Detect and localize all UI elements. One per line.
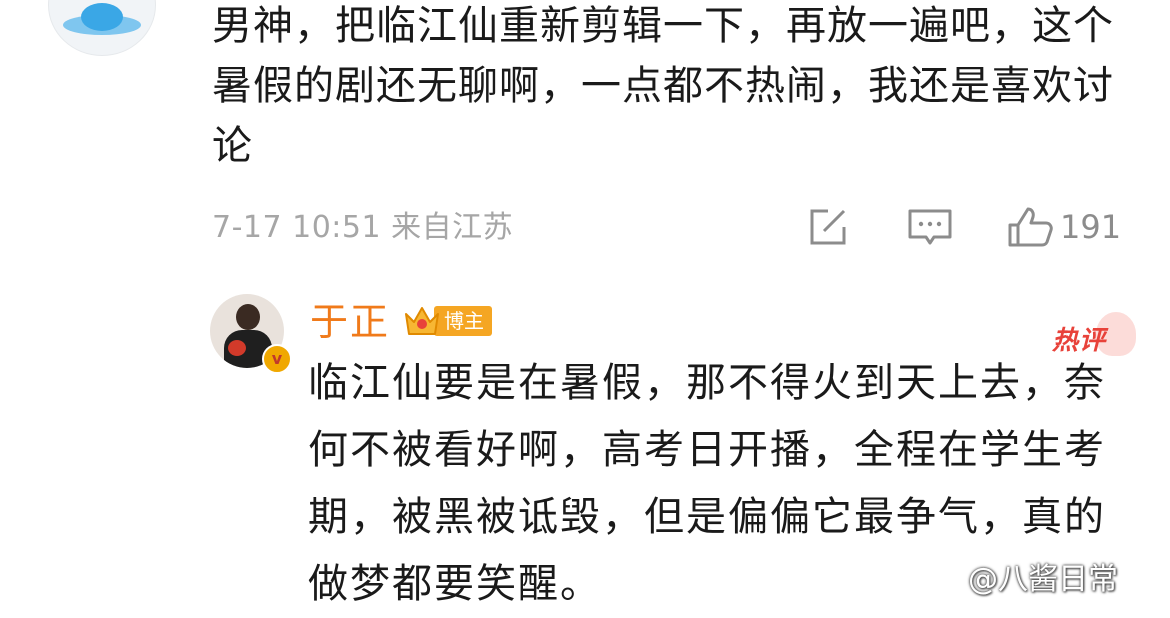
crown-icon	[405, 307, 439, 335]
comment-icon	[908, 209, 952, 245]
watermark-text: @八酱日常	[968, 562, 1118, 597]
verified-icon: v	[262, 344, 292, 374]
edit-button[interactable]	[806, 205, 852, 249]
weibo-logo-icon	[921, 567, 962, 597]
like-button[interactable]: 191	[1006, 205, 1130, 249]
reply-button[interactable]	[906, 205, 954, 249]
commenter-avatar[interactable]	[48, 0, 156, 56]
like-count: 191	[1060, 208, 1122, 246]
comment-text: 男神，把临江仙重新剪辑一下，再放一遍吧，这个暑假的剧还无聊啊，一点都不热闹，我还…	[212, 3, 1114, 169]
weibo-watermark: @八酱日常	[920, 558, 1118, 602]
thumbs-up-icon	[1008, 207, 1053, 247]
comment-meta: 7-17 10:51 来自江苏	[212, 210, 514, 245]
blogger-badge-label: 博主	[434, 306, 492, 336]
edit-icon	[810, 209, 846, 245]
reply-username[interactable]: 于正	[310, 298, 390, 346]
